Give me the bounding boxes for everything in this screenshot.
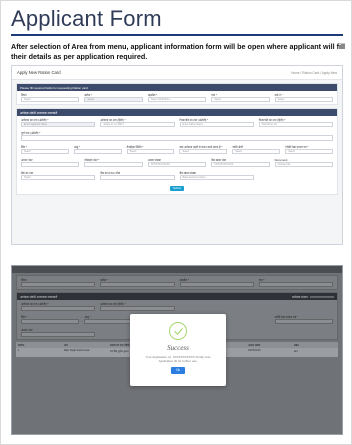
dim-district-select [21,282,96,287]
dim-aadhaar-input [21,332,96,337]
success-modal: Success Your Application no. XXXXXXXXXXX… [130,314,226,386]
existing-card-select[interactable]: Select [179,149,228,154]
document-page: Applicant Form After selection of Area f… [0,0,352,445]
dim-block-select [100,282,175,287]
existing-card-label: क्या आवेदक पहले से राशन कार्ड धारक है * [179,145,223,149]
dimmed-area-panel: जिला ब्लॉक * तहसील * गांव * [16,275,338,290]
dim-tehsil-select [179,282,254,287]
dim-applicant-heading: आवेदक संबंधी आवश्यक जानकारी [20,295,58,299]
bank-acc-input[interactable]: XXXXXXXXXXXX [211,162,270,167]
village-select[interactable]: Select [211,97,270,102]
cell-name: Ram Singh Sunil Kumar [64,349,90,352]
dimmed-top-bar [12,266,342,273]
form-header: Apply New Ration Card Home / Ration Card… [12,66,342,80]
name-hi-input[interactable]: आवेदक का नाम हिंदी में [100,122,175,127]
name-en-input[interactable]: Enter Applicant Name [21,122,96,127]
cell-sno: 1 [18,349,20,352]
cell-aadhaar: XXXXXXXX [248,349,261,352]
dim-gender-select [21,319,80,324]
success-screenshot: जिला ब्लॉक * तहसील * गांव * आवेदक संबंधी… [11,265,343,435]
block-select[interactable]: Select [84,97,143,102]
district-field[interactable]: जिला Select [21,93,80,102]
gender-select[interactable]: Select [21,149,69,154]
caste-select[interactable]: Select [232,149,281,154]
aadhaar-no-input[interactable]: XXXXXXXXXXXX [147,162,207,167]
aadhaar-input[interactable] [21,162,80,167]
ward-select[interactable]: Select [274,97,334,102]
area-panel: Please fill required fields for requesti… [16,83,338,105]
tehsil-field[interactable]: तहसील * Select Tehsil/Zone [147,93,207,102]
dim-bpl-select [274,319,334,324]
bank-name-select[interactable]: Select [21,175,96,180]
ok-button[interactable]: Ok [171,367,185,374]
area-panel-heading: Please fill required fields for requesti… [17,84,337,91]
block-field[interactable]: ब्लॉक * Select [84,93,143,102]
dim-name-input [21,306,96,311]
district-select[interactable]: Select [21,97,80,102]
applicant-panel: आवेदक संबंधी आवश्यक जानकारी आवेदक का नाम… [16,108,338,195]
dim-application-number: आवेदक संख्या : XXXXXXXXXXXX [291,295,334,299]
page-title: Applicant Form [11,6,162,31]
bpl-select[interactable]: Select [285,149,333,154]
submit-button[interactable]: Submit [170,186,184,191]
ifsc-input[interactable] [100,175,175,180]
description-text: After selection of Area from menu, appli… [11,42,345,61]
form-header-title: Apply New Ration Card [17,70,61,75]
cell-relation: स्वयं [294,350,298,353]
bank-acc-no-input[interactable]: Bank account number [179,175,254,180]
address-input[interactable] [21,135,333,141]
dim-village-select [258,282,333,287]
applicant-panel-heading: आवेदक संबंधी आवश्यक जानकारी [17,109,337,116]
village-field[interactable]: गांव * Select [211,93,270,102]
dim-name-hi-input [100,306,175,311]
ward-field[interactable]: वार्ड नं * Select [274,93,334,102]
success-check-icon [169,322,187,340]
tehsil-select[interactable]: Select Tehsil/Zone [147,97,207,102]
success-message: Your Application no. XXXXXXXXXXX Kindly … [145,355,211,363]
breadcrumb: Home / Ration Card / Apply New [291,70,337,75]
title-underline [11,34,343,36]
father-hi-input[interactable]: पिता/पति का नाम [258,122,333,127]
success-heading: Success [167,344,189,352]
applicant-form-screenshot: Apply New Ration Card Home / Ration Card… [11,65,343,245]
mobile-input[interactable] [84,162,143,167]
document-file-input[interactable]: Choose File [274,162,334,167]
father-en-input[interactable]: Enter Father Name [179,122,254,127]
age-input[interactable] [73,149,122,154]
marital-select[interactable]: Select [126,149,175,154]
